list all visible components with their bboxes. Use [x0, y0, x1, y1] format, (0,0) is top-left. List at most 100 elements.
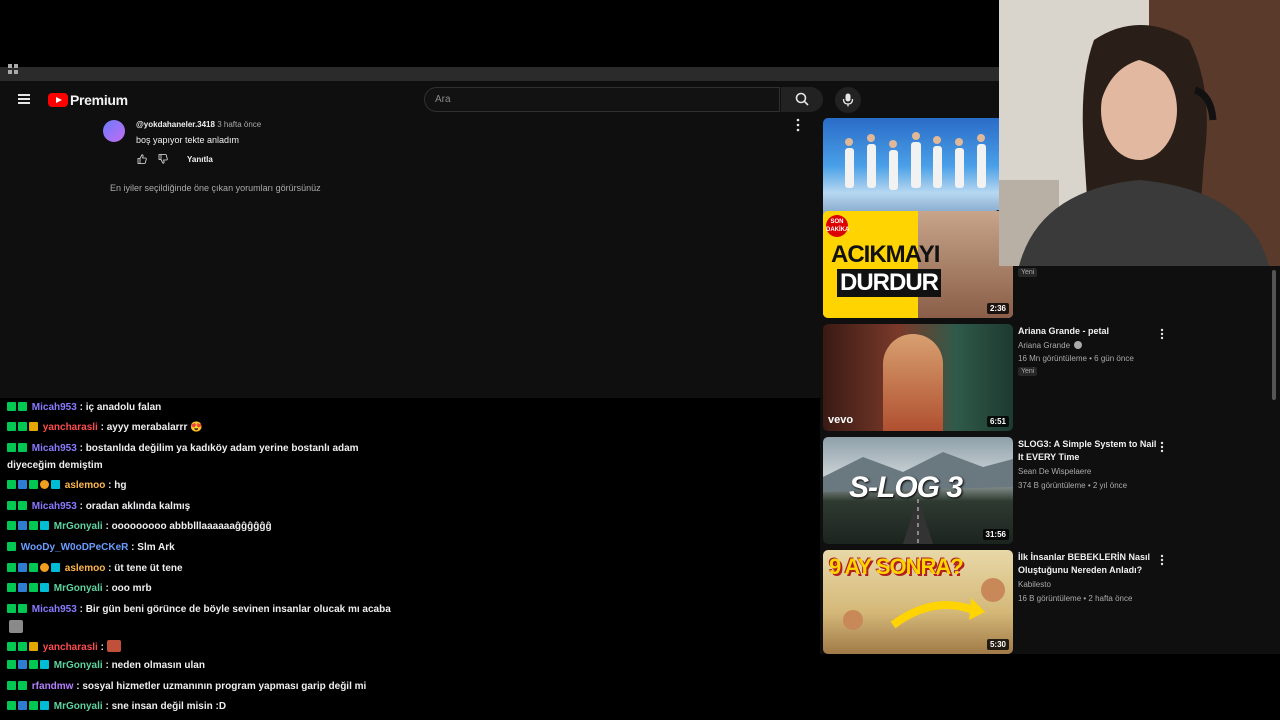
badge-icon — [18, 642, 27, 651]
chat-message: rfandmw : sosyal hizmetler uzmanının pro… — [7, 681, 366, 692]
comment-time: 3 hafta önce — [217, 120, 262, 129]
thumbnail-figure — [883, 334, 943, 431]
badge-line-2: DAKİKA — [826, 227, 850, 233]
badge-icon — [7, 701, 16, 710]
search-input[interactable] — [425, 88, 735, 111]
video-thumbnail[interactable]: SON DAKİKA ACIKMAYI DURDUR 2:36 — [823, 211, 1013, 318]
more-options-icon[interactable] — [1160, 554, 1164, 566]
chat-message: MrGonyali : ooooooooo abbblllaaaaaaĝĝĝĝĝ… — [7, 521, 272, 532]
video-thumbnail[interactable]: vevo 6:51 — [823, 324, 1013, 431]
comments-section — [0, 118, 820, 398]
chat-username[interactable]: MrGonyali — [54, 701, 103, 712]
more-options-icon[interactable] — [796, 118, 800, 132]
video-title[interactable]: İlk İnsanlar BEBEKLERİN Nasıl Oluştuğunu… — [1018, 551, 1158, 577]
chat-message-continued: diyeceğim demiştim — [7, 460, 103, 471]
chat-username[interactable]: Micah953 — [32, 443, 77, 454]
video-title[interactable]: Ariana Grande - petal — [1018, 325, 1158, 338]
badge-icon — [7, 563, 16, 572]
badge-icon — [40, 701, 49, 710]
verified-icon — [1074, 341, 1083, 349]
badge-icon — [18, 402, 27, 411]
badge-icon — [18, 443, 27, 452]
chat-username[interactable]: yancharasli — [43, 422, 98, 433]
chat-message: yancharasli : — [7, 640, 121, 653]
youtube-logo-icon[interactable] — [48, 93, 68, 107]
badge-icon — [7, 402, 16, 411]
like-icon[interactable] — [137, 154, 147, 164]
badge-icon — [7, 681, 16, 690]
video-stats: 374 B görüntüleme • 2 yıl önce — [1018, 481, 1128, 490]
emote-icon — [9, 620, 23, 633]
badge-icon — [51, 480, 60, 489]
more-options-icon[interactable] — [1160, 328, 1164, 340]
chat-message: aslemoo : hg — [7, 480, 126, 491]
voice-search-button[interactable] — [835, 87, 861, 113]
arrow-graphic — [843, 578, 1005, 630]
thumbnail-title-line-2: DURDUR — [837, 269, 941, 297]
chat-message: WooDy_W0oDPeCKeR : Slm Ark — [7, 542, 175, 553]
chat-text: : bostanlıda değilim ya kadıköy adam yer… — [79, 443, 359, 454]
menu-icon[interactable] — [18, 94, 30, 104]
video-thumbnail[interactable]: 4: — [823, 118, 1013, 225]
video-channel[interactable]: Ariana Grande — [1018, 341, 1083, 350]
channel-name[interactable]: Kabilesto — [1018, 580, 1051, 589]
badge-icon — [7, 443, 16, 452]
badge-icon — [18, 583, 27, 592]
chat-message: Micah953 : Bir gün beni görünce de böyle… — [7, 604, 391, 615]
badge-icon — [7, 642, 16, 651]
chat-username[interactable]: yancharasli — [43, 642, 98, 653]
video-thumbnail[interactable]: 9 AY SONRA? 5:30 — [823, 550, 1013, 654]
chat-text: : ooooooooo abbblllaaaaaaĝĝĝĝĝĝ — [105, 521, 272, 532]
chat-username[interactable]: MrGonyali — [54, 521, 103, 532]
chat-username[interactable]: aslemoo — [65, 480, 106, 491]
dislike-icon[interactable] — [158, 154, 168, 164]
search-button[interactable] — [781, 87, 823, 112]
search-box — [424, 87, 780, 112]
avatar[interactable] — [103, 120, 125, 142]
chat-text: : — [100, 642, 104, 653]
badge-icon — [18, 501, 27, 510]
badge-icon — [40, 521, 49, 530]
chat-username[interactable]: MrGonyali — [54, 583, 103, 594]
chat-username[interactable]: WooDy_W0oDPeCKeR — [21, 542, 129, 553]
badge-icon — [29, 701, 38, 710]
badge-icon — [40, 583, 49, 592]
new-badge: Yeni — [1018, 268, 1038, 277]
badge-icon — [18, 701, 27, 710]
more-options-icon[interactable] — [1160, 441, 1164, 453]
browser-tab-strip — [0, 67, 1000, 81]
chat-text: : sosyal hizmetler uzmanının program yap… — [76, 681, 367, 692]
comment-author[interactable]: @yokdahaneler.3418 — [136, 120, 215, 129]
channel-name[interactable]: Ariana Grande — [1018, 341, 1070, 350]
sidebar-scrollbar[interactable] — [1272, 270, 1276, 400]
channel-name[interactable]: Sean De Wispelaere — [1018, 467, 1091, 476]
chat-text: : Slm Ark — [131, 542, 175, 553]
chat-username[interactable]: Micah953 — [32, 501, 77, 512]
badge-icon — [18, 480, 27, 489]
badge-icon — [7, 604, 16, 613]
chat-username[interactable]: aslemoo — [65, 563, 106, 574]
brand-label[interactable]: Premium — [70, 92, 128, 108]
chat-text: : Bir gün beni görünce de böyle sevinen … — [79, 604, 391, 615]
video-thumbnail[interactable]: S-LOG 3 31:56 — [823, 437, 1013, 544]
streamer-camera-image — [999, 0, 1280, 266]
video-title[interactable]: SLOG3: A Simple System to Nail It EVERY … — [1018, 438, 1158, 464]
chat-username[interactable]: rfandmw — [32, 681, 74, 692]
grid-icon[interactable] — [8, 64, 18, 74]
chat-username[interactable]: Micah953 — [32, 402, 77, 413]
reply-button[interactable]: Yanıtla — [187, 155, 213, 164]
chat-text: : ooo mrb — [105, 583, 152, 594]
video-duration: 6:51 — [986, 416, 1009, 427]
chat-username[interactable]: MrGonyali — [54, 660, 103, 671]
badge-icon — [7, 583, 16, 592]
badge-icon — [29, 521, 38, 530]
breaking-news-badge: SON DAKİKA — [826, 215, 850, 237]
badge-icon — [7, 501, 16, 510]
chat-text: : neden olmasın ulan — [105, 660, 205, 671]
chat-message: MrGonyali : neden olmasın ulan — [7, 660, 205, 671]
chat-message: yancharasli : ayyy merabalarrr 😍 — [7, 422, 203, 433]
comment-meta: @yokdahaneler.3418 3 hafta önce — [136, 120, 261, 129]
badge-icon — [18, 681, 27, 690]
chat-username[interactable]: Micah953 — [32, 604, 77, 615]
badge-icon — [7, 422, 16, 431]
